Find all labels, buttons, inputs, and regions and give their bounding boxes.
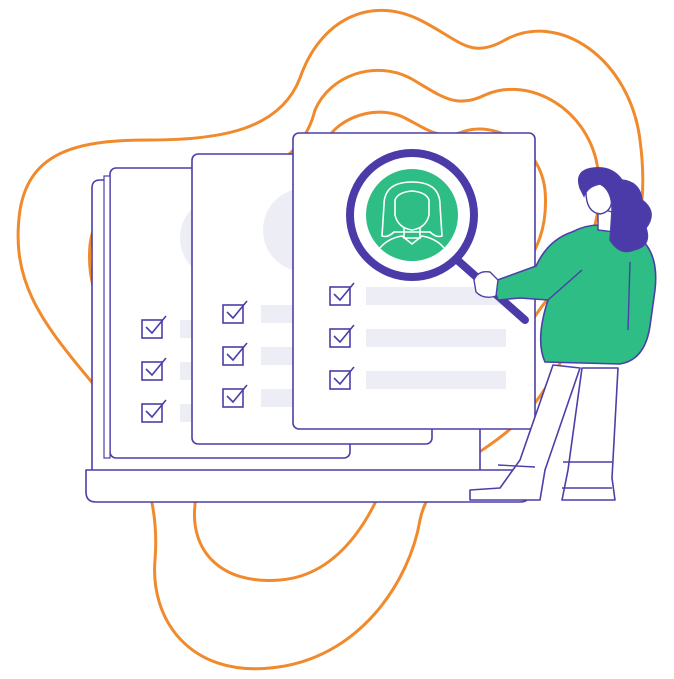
tray-base [85,469,531,503]
resume-search-illustration [0,0,674,674]
illustration-svg [16,8,657,671]
woman-hand [473,270,499,299]
